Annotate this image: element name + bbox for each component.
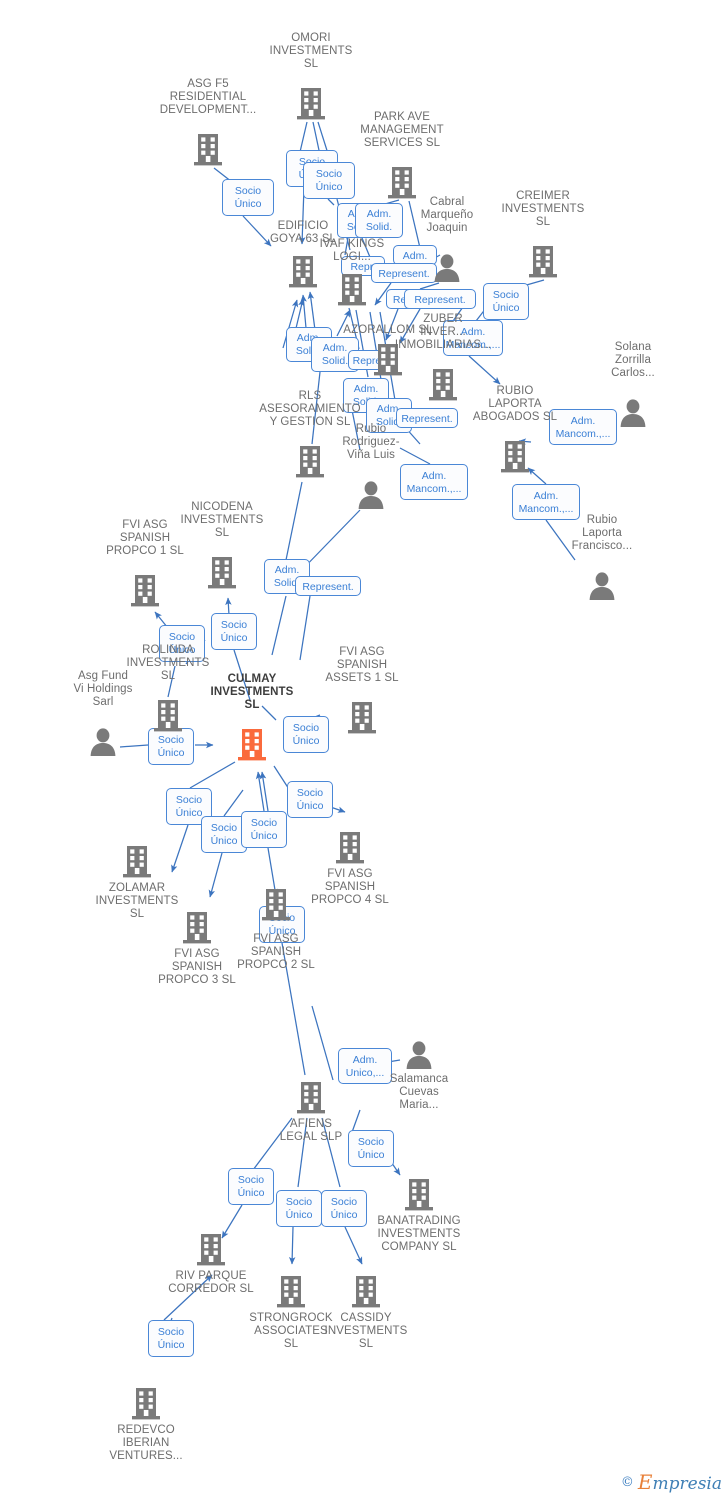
node-caption: OMORI INVESTMENTS SL [269,32,353,71]
building-icon [295,86,327,122]
graph-edge [171,824,189,873]
building-icon [181,910,213,946]
node-caption: Cabral Marqueño Joaquin [420,196,474,235]
graph-edge [468,355,501,385]
building-icon [336,272,368,308]
node-caption: IVAF KINGS LOGI... [319,238,385,264]
empresia-watermark: © Empresia [621,1470,722,1494]
building-icon [275,1274,307,1310]
building-icon [403,1177,435,1213]
graph-edge [119,744,149,748]
relation-label-chip[interactable]: Socio Único [241,811,287,848]
person-icon [404,1039,434,1069]
node-caption: RUBIO LAPORTA ABOGADOS SL [472,385,558,424]
relation-label-chip[interactable]: Represent. [371,263,437,283]
person-icon [356,479,386,509]
node-caption: REDEVCO IBERIAN VENTURES... [109,1424,183,1463]
relation-label-chip[interactable]: Represent. [404,289,476,309]
relation-label-chip[interactable]: Adm. Mancom.,... [400,464,468,500]
node-caption: Asg Fund Vi Holdings Sarl [73,670,133,709]
person-icon [432,252,462,282]
building-icon [499,439,531,475]
graph-edge [311,1005,334,1081]
graph-edge [285,481,303,561]
graph-edge [271,595,287,656]
graph-edge [307,291,316,331]
node-caption: Rubio Laporta Francisco... [571,514,633,553]
graph-edge [327,198,335,206]
node-caption: ASG F5 RESIDENTIAL DEVELOPMENT... [159,78,257,117]
building-icon [236,727,268,763]
relation-label-chip[interactable]: Socio Único [287,781,333,818]
relation-label-chip[interactable]: Socio Único [303,162,355,199]
building-icon [206,555,238,591]
node-caption: ZUBER INVER... INMOBILIARIAS... [394,313,492,352]
node-caption: CASSIDY INVESTMENTS SL [324,1312,408,1351]
node-caption: AFIENS LEGAL SLP [279,1118,343,1144]
building-icon [130,1386,162,1422]
relation-label-chip[interactable]: Socio Único [283,716,329,753]
node-caption: BANATRADING INVESTMENTS COMPANY SL [377,1215,461,1254]
person-icon [88,726,118,756]
node-caption: FVI ASG SPANISH PROPCO 1 SL [106,519,184,558]
node-caption: CULMAY INVESTMENTS SL [210,673,294,712]
building-icon [334,830,366,866]
building-icon [346,700,378,736]
node-caption: Solana Zorrilla Carlos... [611,341,655,380]
org-graph-canvas: Socio ÚnicoSocio ÚnicoSocio ÚnicoAdm. So… [0,0,728,1500]
watermark-initial: E [637,1470,653,1494]
watermark-rest: mpresia [652,1474,723,1494]
relation-label-chip[interactable]: Socio Único [228,1168,274,1205]
graph-edge [300,294,307,329]
node-caption: RIV PARQUE CORREDOR SL [168,1270,254,1296]
person-icon [618,397,648,427]
graph-edge [189,761,236,789]
graph-edge [259,771,269,812]
node-caption: Salamanca Cuevas Maria... [389,1073,449,1112]
node-caption: FVI ASG SPANISH PROPCO 2 SL [237,933,315,972]
node-caption: FVI ASG SPANISH PROPCO 4 SL [311,868,389,907]
graph-edge [288,1226,296,1265]
relation-label-chip[interactable]: Represent. [295,576,361,596]
building-icon [195,1232,227,1268]
graph-edge [223,789,244,817]
relation-label-chip[interactable]: Socio Único [276,1190,322,1227]
building-icon [121,844,153,880]
graph-edge [299,121,308,153]
building-icon [527,244,559,280]
node-caption: FVI ASG SPANISH ASSETS 1 SL [325,646,399,685]
building-icon [295,1080,327,1116]
relation-label-chip[interactable]: Socio Único [222,179,274,216]
graph-edge [255,771,265,812]
node-caption: Rubio Rodriguez- Viña Luis [342,423,400,462]
node-caption: PARK AVE MANAGEMENT SERVICES SL [360,111,444,150]
building-icon [192,132,224,168]
relation-label-chip[interactable]: Socio Único [148,1320,194,1357]
graph-edge [208,852,223,898]
building-icon [129,573,161,609]
copyright-icon: © [620,1474,634,1490]
building-icon [350,1274,382,1310]
person-icon [587,570,617,600]
